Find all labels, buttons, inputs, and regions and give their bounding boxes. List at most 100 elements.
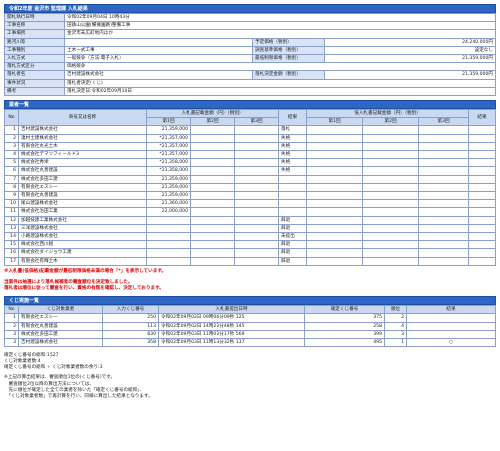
bid-low-round1 <box>306 125 364 135</box>
page: 令和2年度 金沢市 監理課 入札結果 開札執行日時 令和02年09月04日 10時… <box>4 4 496 400</box>
info-row: 工事場所 金沢市末広町地内ほか <box>4 29 496 39</box>
lot-no: 2 <box>4 321 19 331</box>
info-label: 落札者名 <box>4 70 65 80</box>
lot-datetime: 令和02年09月02日 14時22分48秒 145 <box>158 321 305 331</box>
table-row: 16 株式会社ダイジョウ工建 辞退 <box>4 248 496 258</box>
bid-low-round3 <box>418 248 470 258</box>
bid-low-round1 <box>306 232 364 242</box>
lot-name: 吉村建設株式会社 <box>18 337 103 348</box>
bid-round2 <box>190 182 235 193</box>
info-label-2: 最低制限価格（税別） <box>252 54 325 64</box>
notice-line: ※入札書(低価格)記載金額が最低制限価格未満の場合「*」を表示しています。 <box>4 268 167 274</box>
bid-result <box>278 182 308 193</box>
bid-low-round3 <box>418 174 470 184</box>
bid-low-round1 <box>306 215 364 225</box>
table-row: 7 株式会社多田工建 21,359,000 <box>4 174 496 184</box>
lot-result: ○ <box>406 337 496 348</box>
bid-low-round3 <box>418 223 470 234</box>
bid-round3 <box>233 191 280 201</box>
bid-round2 <box>190 125 235 135</box>
bid-name: 株式会社丸善建設 <box>18 166 147 176</box>
bid-low-round1 <box>306 191 364 201</box>
table-row: 1 吉村建設株式会社 21,359,000 落札 <box>4 125 496 135</box>
bid-result: 失格 <box>278 158 308 168</box>
bid-name: 株式会社ダイジョウ工建 <box>18 248 147 258</box>
col-low-group: 低入札書記載金額（円）（税別） <box>306 109 470 119</box>
col-result: 結果 <box>278 109 308 127</box>
lot-input: 113 <box>102 321 159 331</box>
lot-name: 株式会社多田工建 <box>18 329 103 339</box>
bid-round1: 21,359,000 <box>146 174 191 184</box>
lot-result <box>406 321 496 331</box>
bid-low-round2 <box>362 256 420 266</box>
bid-no: 15 <box>4 240 19 250</box>
bid-low-round1 <box>306 248 364 258</box>
lot-result <box>406 313 496 323</box>
bid-round2 <box>190 174 235 184</box>
info-label: 工事種別 <box>4 45 65 56</box>
bid-low-result <box>468 182 496 193</box>
bid-low-round2 <box>362 133 420 143</box>
bid-low-round2 <box>362 223 420 234</box>
bid-low-round1 <box>306 150 364 160</box>
info-row: 落札方式区分 価格競争 <box>4 62 496 72</box>
bid-low-round1 <box>306 133 364 143</box>
lot-col-result: 結果 <box>406 305 496 315</box>
col-round3: 第3回 <box>233 117 280 127</box>
bid-low-round1 <box>306 207 364 217</box>
bid-round3 <box>233 150 280 160</box>
bid-round2 <box>190 207 235 217</box>
lot-col-datetime: 入札書提出日時 <box>158 305 305 315</box>
bid-low-result <box>468 207 496 217</box>
lot-confirmed: 495 <box>304 337 385 348</box>
bid-low-round2 <box>362 150 420 160</box>
bid-round3 <box>233 166 280 176</box>
bid-no: 2 <box>4 133 19 143</box>
table-row: 6 株式会社丸善建設 *21,358,000 失格 <box>4 166 496 176</box>
bid-name: 凄村土建株式会社 <box>18 133 147 143</box>
bid-round3 <box>233 232 280 242</box>
bid-low-round2 <box>362 158 420 168</box>
bid-low-result <box>468 248 496 258</box>
info-value: 田鉄山公園(備擁園路)整備工事 <box>64 21 496 31</box>
lot-col-name: くじ対象業者 <box>18 305 103 315</box>
bid-low-result <box>468 232 496 242</box>
lottery-section-title: くじ実施一覧 <box>4 296 496 306</box>
info-label: 路河川等 <box>4 37 65 47</box>
bid-low-round3 <box>418 182 470 193</box>
lot-rank: 4 <box>384 321 407 331</box>
info-label-2: 予定価格（税別） <box>252 37 325 47</box>
bid-round2 <box>190 133 235 143</box>
bid-low-round1 <box>306 166 364 176</box>
bid-round1: 21,359,000 <box>146 125 191 135</box>
table-row: 15 株式会社西川組 辞退 <box>4 240 496 250</box>
bid-low-round2 <box>362 240 420 250</box>
footnote-line: 「くじ対象業者数」で再計算を行い、同様に算出した結果となります。 <box>4 393 153 399</box>
bid-round1 <box>146 248 191 258</box>
bid-result: 辞退 <box>278 240 308 250</box>
table-row: 14 小路建設株式会社 未提出 <box>4 232 496 242</box>
lot-datetime: 令和02年09月03日 11時02分17秒 569 <box>158 329 305 339</box>
bid-low-round3 <box>418 215 470 225</box>
bid-low-result <box>468 240 496 250</box>
bid-name: 株式会社治田工業 <box>18 207 147 217</box>
bid-result: 失格 <box>278 150 308 160</box>
info-row: 入札方式 一般競争（方法:電子入札） 最低制限価格（税別） 21,359,000円 <box>4 54 496 64</box>
bid-name: 有限会社エスシー <box>18 182 147 193</box>
bid-low-round1 <box>306 199 364 209</box>
table-row: 2 凄村土建株式会社 *21,357,000 失格 <box>4 133 496 143</box>
bid-low-round3 <box>418 199 470 209</box>
lot-rank: 1 <box>384 337 407 348</box>
bid-round3 <box>233 174 280 184</box>
info-label: 入札方式 <box>4 54 65 64</box>
bid-round2 <box>190 150 235 160</box>
info-row: 事件状況 落札者決定(くじ) <box>4 78 496 88</box>
bid-no: 11 <box>4 207 19 217</box>
bid-result: 辞退 <box>278 248 308 258</box>
bid-name: 株式会社多田工建 <box>18 174 147 184</box>
bid-round1: *21,358,000 <box>146 158 191 168</box>
bid-no: 4 <box>4 150 19 160</box>
bid-name: 三洋建設株式会社 <box>18 223 147 234</box>
table-row: 3 株式会社多田工建 830 令和02年09月03日 11時02分17秒 569 399… <box>4 329 496 339</box>
bid-low-round1 <box>306 158 364 168</box>
